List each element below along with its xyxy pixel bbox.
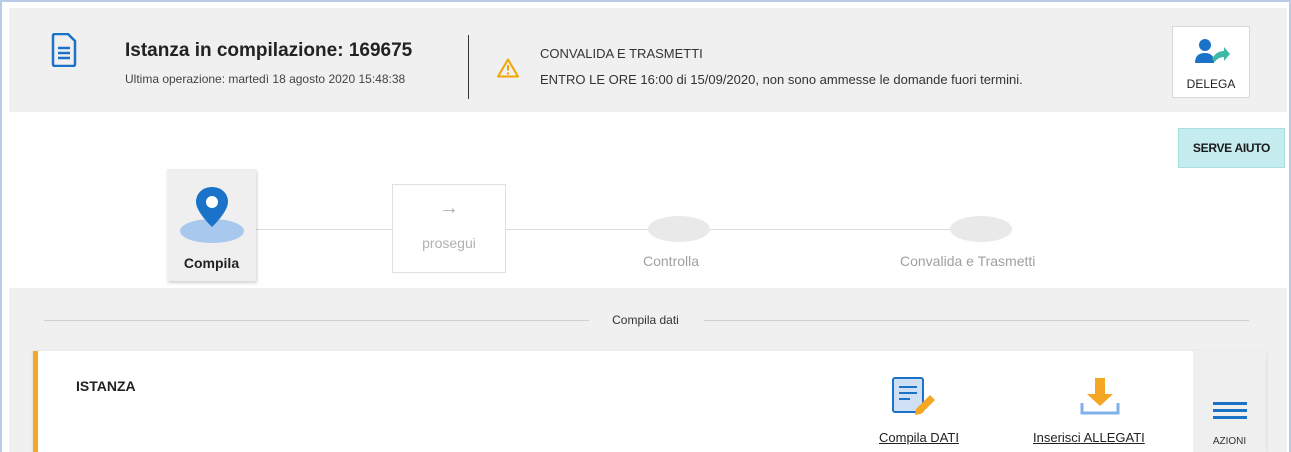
azioni-menu-button[interactable]: AZIONI — [1193, 351, 1266, 452]
document-icon — [51, 33, 77, 67]
edit-form-icon — [892, 377, 935, 415]
compila-dati-link[interactable]: Compila DATI — [879, 430, 959, 445]
delegate-user-icon — [1195, 39, 1230, 63]
warning-icon — [497, 58, 519, 78]
stepper-connector — [506, 229, 648, 230]
step-controlla-label: Controlla — [643, 253, 700, 269]
arrow-right-icon: → — [439, 197, 459, 219]
step-prosegui-label: prosegui — [422, 235, 476, 251]
warning-title: CONVALIDA E TRASMETTI — [540, 46, 703, 61]
delega-button[interactable]: DELEGA — [1172, 26, 1250, 98]
inserisci-allegati-button[interactable] — [1078, 375, 1122, 424]
help-button[interactable]: SERVE AIUTO — [1178, 128, 1285, 168]
last-operation: Ultima operazione: martedì 18 agosto 202… — [125, 72, 406, 86]
instance-title: Istanza in compilazione: 169675 — [125, 40, 413, 61]
location-pin-icon — [180, 187, 244, 243]
stepper-connector — [710, 229, 950, 230]
inserisci-allegati-link[interactable]: Inserisci ALLEGATI — [1033, 430, 1145, 445]
hamburger-menu-icon — [1213, 402, 1247, 419]
header-divider — [468, 35, 469, 99]
step-convalida-marker — [950, 216, 1012, 242]
warning-deadline: ENTRO LE ORE 16:00 di 15/09/2020, non so… — [540, 72, 1023, 87]
azioni-label: AZIONI — [1212, 436, 1247, 447]
step-convalida-label: Convalida e Trasmetti — [900, 253, 1036, 269]
step-controlla-marker — [648, 216, 710, 242]
step-prosegui[interactable]: → prosegui — [392, 184, 506, 273]
step-compila-label: Compila — [183, 255, 240, 271]
instance-header: Istanza in compilazione: 169675 Ultima o… — [9, 8, 1287, 112]
stepper-connector — [256, 229, 392, 230]
delega-label: DELEGA — [1186, 77, 1236, 91]
compila-dati-button[interactable] — [890, 375, 938, 424]
istanza-card-title: ISTANZA — [76, 378, 136, 394]
step-compila[interactable]: Compila — [167, 169, 256, 281]
download-icon — [1080, 378, 1120, 415]
section-title: Compila dati — [612, 313, 679, 327]
